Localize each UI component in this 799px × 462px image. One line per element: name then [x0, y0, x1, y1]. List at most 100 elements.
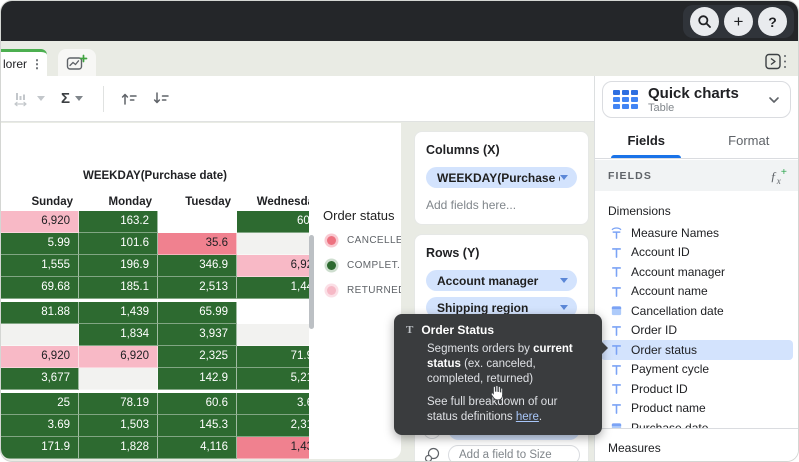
table-cell[interactable]: 78.19	[79, 393, 158, 415]
table-body: 6,920163.260.5.99101.635.61,555196.9346.…	[1, 211, 309, 459]
sigma-icon: Σ	[61, 90, 70, 107]
table-cell[interactable]: 3.69	[1, 415, 79, 437]
legend-item[interactable]: RETURNED	[323, 285, 401, 296]
table-cell[interactable]: 6,92	[237, 255, 309, 277]
field-item-product-id[interactable]: Product ID	[595, 379, 799, 399]
field-pill[interactable]: WEEKDAY(Purchase date)	[426, 167, 577, 188]
active-tab-underline	[611, 155, 681, 158]
table-cell[interactable]: 5.99	[1, 233, 79, 255]
field-item-payment-cycle[interactable]: Payment cycle	[595, 360, 799, 380]
table-cell[interactable]	[237, 324, 309, 346]
field-item-order-id[interactable]: Order ID	[595, 321, 799, 341]
table-cell[interactable]: 2,513	[158, 277, 237, 299]
chart-type-button[interactable]	[13, 91, 45, 107]
table-scrollbar[interactable]	[309, 235, 314, 329]
table-cell[interactable]: 142.9	[158, 368, 237, 390]
legend: Order status CANCELLED COMPLET... RETURNED	[323, 208, 401, 310]
measures-label: Measures	[608, 441, 661, 455]
table-cell[interactable]: 101.6	[79, 233, 158, 255]
sort-descending-icon	[152, 91, 170, 106]
table-cell[interactable]: 69.68	[1, 277, 79, 299]
table-cell[interactable]: 6,920	[1, 211, 79, 233]
new-chart-tab-button[interactable]	[58, 49, 96, 76]
table-cell[interactable]: 60.6	[158, 393, 237, 415]
table-cell[interactable]: 6,920	[1, 346, 79, 368]
table-cell[interactable]: 2,31	[237, 415, 309, 437]
tab-explorer[interactable]: lorer ⋮	[1, 49, 47, 76]
size-field-input[interactable]: Add a field to Size	[448, 445, 580, 462]
field-pill[interactable]: Account manager	[426, 270, 577, 291]
field-item-account-name[interactable]: Account name	[595, 282, 799, 302]
legend-label: COMPLET...	[347, 260, 401, 271]
topbar-actions: + ?	[683, 5, 794, 38]
toolbar-divider	[103, 86, 104, 112]
tab-format[interactable]: Format	[698, 122, 799, 158]
field-item-cancellation-date[interactable]: Cancellation date	[595, 301, 799, 321]
sort-descending-button[interactable]	[152, 91, 170, 106]
legend-title: Order status	[323, 208, 401, 223]
table-cell[interactable]	[237, 302, 309, 324]
help-button[interactable]: ?	[758, 7, 787, 36]
table-cell[interactable]: 1,43	[237, 437, 309, 459]
table-cell[interactable]: 346.9	[158, 255, 237, 277]
search-button[interactable]	[690, 7, 719, 36]
table-cell[interactable]	[1, 324, 79, 346]
hand-cursor-icon	[489, 385, 505, 403]
aggregate-button[interactable]: Σ	[61, 90, 83, 107]
here-link[interactable]: here	[516, 411, 539, 423]
table-cell[interactable]: 1,44	[237, 277, 309, 299]
table-cell[interactable]: 35.6	[158, 233, 237, 255]
table-cell[interactable]: 3,677	[1, 368, 79, 390]
table-cell[interactable]	[79, 368, 158, 390]
table-cell[interactable]: 171.9	[1, 437, 79, 459]
add-calculated-field-button[interactable]: ƒx+	[770, 166, 787, 186]
chart-canvas: WEEKDAY(Purchase date) SundayMondayTuesd…	[1, 123, 401, 459]
sort-ascending-button[interactable]	[120, 91, 138, 106]
add-button[interactable]: +	[724, 7, 753, 36]
table-cell[interactable]: 3.6	[237, 393, 309, 415]
field-item-order-status[interactable]: Order status	[601, 340, 793, 360]
add-fields-placeholder[interactable]: Add fields here...	[426, 198, 577, 212]
table-cell[interactable]: 163.2	[79, 211, 158, 233]
table-cell[interactable]: 5,21	[237, 368, 309, 390]
table-cell[interactable]: 4,116	[158, 437, 237, 459]
table-cell[interactable]: 196.9	[79, 255, 158, 277]
field-item-measure-names[interactable]: Measure Names	[595, 223, 799, 243]
table-cell[interactable]: 1,834	[79, 324, 158, 346]
text-field-icon	[609, 402, 623, 415]
table-cell[interactable]	[237, 233, 309, 255]
field-item-purchase-date[interactable]: Purchase date	[595, 418, 799, 428]
chevron-down-icon	[560, 305, 568, 310]
tab-fields[interactable]: Fields	[595, 122, 698, 158]
table-cell[interactable]: 25	[1, 393, 79, 415]
tab-menu-icon[interactable]: ⋮	[31, 57, 43, 71]
table-cell[interactable]: 1,828	[79, 437, 158, 459]
field-item-label: Product ID	[631, 382, 688, 396]
table-cell[interactable]: 81.88	[1, 302, 79, 324]
table-cell[interactable]: 3,937	[158, 324, 237, 346]
field-pill-label: WEEKDAY(Purchase date)	[437, 171, 560, 185]
table-cell[interactable]: 71.9	[237, 346, 309, 368]
quick-charts-selector[interactable]: Quick charts Table	[602, 81, 791, 118]
table-cell[interactable]: 1,555	[1, 255, 79, 277]
table-cell[interactable]: 185.1	[79, 277, 158, 299]
table-cell[interactable]: 60.	[237, 211, 309, 233]
field-item-product-name[interactable]: Product name	[595, 399, 799, 419]
table-cell[interactable]: 65.99	[158, 302, 237, 324]
table-cell[interactable]: 2,325	[158, 346, 237, 368]
field-item-account-id[interactable]: Account ID	[595, 243, 799, 263]
table-cell[interactable]: 6,920	[79, 346, 158, 368]
fields-header-label: FIELDS	[608, 170, 652, 182]
expand-panel-button[interactable]	[765, 53, 789, 75]
table-cell[interactable]: 1,503	[79, 415, 158, 437]
tooltip-text: Segments orders by	[427, 343, 533, 355]
field-item-account-manager[interactable]: Account manager	[595, 262, 799, 282]
tab-format-label: Format	[728, 133, 769, 148]
legend-item[interactable]: COMPLET...	[323, 260, 401, 271]
measures-section: Measures	[595, 428, 799, 461]
table-cell[interactable]: 1,439	[79, 302, 158, 324]
legend-item[interactable]: CANCELLED	[323, 235, 401, 246]
table-cell[interactable]	[158, 211, 237, 233]
table-cell[interactable]: 145.3	[158, 415, 237, 437]
plus-icon: +	[734, 13, 744, 30]
